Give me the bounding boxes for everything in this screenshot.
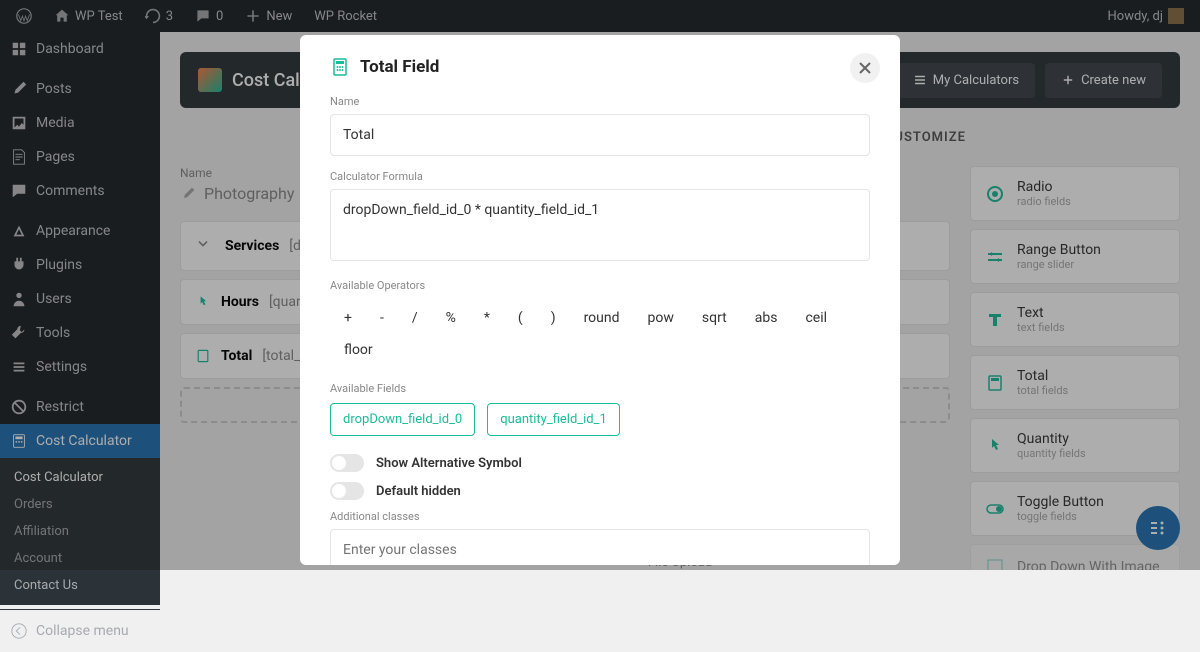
operator-floor[interactable]: floor xyxy=(330,334,387,366)
operator-%[interactable]: % xyxy=(432,302,470,334)
operator-/[interactable]: / xyxy=(398,302,432,334)
classes-input[interactable] xyxy=(330,529,870,565)
formula-input[interactable]: dropDown_field_id_0 * quantity_field_id_… xyxy=(330,189,870,261)
name-input[interactable] xyxy=(330,114,870,156)
field-chip[interactable]: quantity_field_id_1 xyxy=(487,403,620,436)
classes-label: Additional classes xyxy=(330,510,870,523)
operators-label: Available Operators xyxy=(330,279,870,292)
toggle-hidden-label: Default hidden xyxy=(376,484,461,499)
operator-round[interactable]: round xyxy=(570,302,634,334)
field-chip[interactable]: dropDown_field_id_0 xyxy=(330,403,475,436)
modal-overlay[interactable]: Total Field Name Calculator Formula drop… xyxy=(0,0,1200,570)
formula-label: Calculator Formula xyxy=(330,170,870,183)
operators-list: +-/%*()roundpowsqrtabsceil floor xyxy=(330,302,870,366)
collapse-menu[interactable]: Collapse menu xyxy=(0,609,160,652)
toggle-default-hidden[interactable] xyxy=(330,482,364,500)
operator-abs[interactable]: abs xyxy=(741,302,792,334)
operator-*[interactable]: * xyxy=(470,302,504,334)
toggle-alt-label: Show Alternative Symbol xyxy=(376,456,522,471)
fields-label: Available Fields xyxy=(330,382,870,395)
modal-title: Total Field xyxy=(360,57,439,77)
operator-)[interactable]: ) xyxy=(537,302,570,334)
operator-sqrt[interactable]: sqrt xyxy=(688,302,741,334)
toggle-alt-symbol[interactable] xyxy=(330,454,364,472)
operator-([interactable]: ( xyxy=(504,302,537,334)
operator--[interactable]: - xyxy=(366,302,398,334)
calculator-icon xyxy=(330,57,350,77)
operator-ceil[interactable]: ceil xyxy=(791,302,841,334)
name-field-label: Name xyxy=(330,95,870,108)
total-field-modal: Total Field Name Calculator Formula drop… xyxy=(300,35,900,565)
operator-pow[interactable]: pow xyxy=(634,302,688,334)
operator-+[interactable]: + xyxy=(330,302,366,334)
submenu-contact[interactable]: Contact Us xyxy=(0,572,160,599)
close-button[interactable] xyxy=(850,53,880,83)
